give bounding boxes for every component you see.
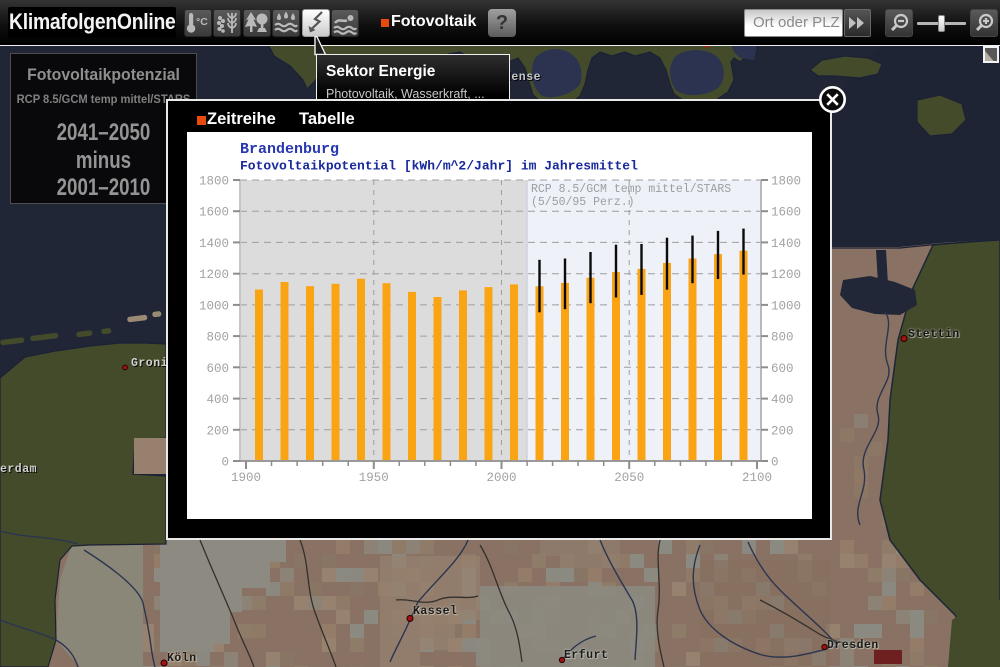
svg-text:1800: 1800 (199, 175, 229, 189)
svg-text:200: 200 (206, 424, 229, 438)
svg-text:0: 0 (221, 456, 229, 470)
svg-text:°C: °C (196, 16, 208, 28)
svg-text:Brandenburg: Brandenburg (240, 141, 339, 158)
svg-text:RCP 8.5/GCM temp mittel/STARS: RCP 8.5/GCM temp mittel/STARS (531, 183, 731, 196)
svg-text:2050: 2050 (614, 471, 644, 485)
svg-text:800: 800 (771, 331, 794, 345)
svg-text:600: 600 (771, 362, 794, 376)
svg-text:800: 800 (206, 331, 229, 345)
svg-text:400: 400 (206, 393, 229, 407)
svg-text:400: 400 (771, 393, 794, 407)
svg-text:1950: 1950 (359, 471, 389, 485)
svg-text:1400: 1400 (771, 237, 801, 251)
svg-text:Erfurt: Erfurt (564, 649, 608, 662)
svg-text:600: 600 (206, 362, 229, 376)
svg-text:(5/50/95 Perz.): (5/50/95 Perz.) (531, 196, 635, 209)
svg-text:Fotovoltaikpotential [kWh/m^2/: Fotovoltaikpotential [kWh/m^2/Jahr] im J… (240, 159, 638, 174)
svg-text:1000: 1000 (199, 299, 229, 313)
svg-text:erdam: erdam (0, 463, 37, 476)
svg-text:1200: 1200 (771, 268, 801, 282)
svg-text:1200: 1200 (199, 268, 229, 282)
svg-text:Dresden: Dresden (827, 639, 879, 652)
svg-text:Köln: Köln (167, 652, 197, 665)
svg-text:Stettin: Stettin (908, 328, 960, 341)
svg-text:1000: 1000 (771, 299, 801, 313)
svg-text:1800: 1800 (771, 175, 801, 189)
svg-text:1600: 1600 (771, 206, 801, 220)
svg-text:2100: 2100 (742, 471, 772, 485)
svg-text:200: 200 (771, 424, 794, 438)
svg-text:0: 0 (771, 456, 779, 470)
svg-text:1400: 1400 (199, 237, 229, 251)
svg-text:1600: 1600 (199, 206, 229, 220)
svg-text:1900: 1900 (231, 471, 261, 485)
svg-text:Kassel: Kassel (413, 605, 457, 618)
svg-text:2000: 2000 (486, 471, 516, 485)
